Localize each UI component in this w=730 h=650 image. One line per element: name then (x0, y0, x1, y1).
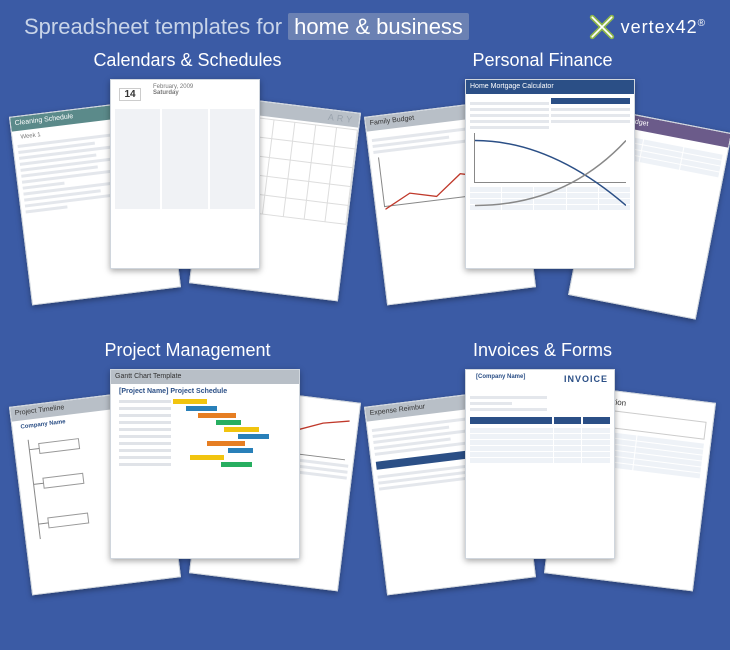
logo-x-icon (589, 14, 615, 40)
planner-date-number: 14 (119, 88, 141, 101)
sheet-title: Home Mortgage Calculator (466, 80, 634, 94)
category-calendars: Calendars & Schedules Cleaning Schedule … (20, 50, 355, 330)
template-daily-planner[interactable]: 14 February, 2009 Saturday (110, 79, 260, 269)
logo-text: vertex42® (621, 17, 706, 38)
category-title: Invoices & Forms (375, 340, 710, 361)
headline-highlight: home & business (288, 13, 469, 40)
brand-logo: vertex42® (589, 14, 706, 40)
header: Spreadsheet templates for home & busines… (0, 0, 730, 50)
template-invoice[interactable]: [Company Name] INVOICE (465, 369, 615, 559)
category-project-management: Project Management Project Timeline Comp… (20, 340, 355, 620)
template-gantt-chart[interactable]: Gantt Chart Template [Project Name] Proj… (110, 369, 300, 559)
template-fan: Project Timeline Company Name (20, 369, 355, 599)
sheet-title: INVOICE (564, 374, 608, 384)
template-fan: Family Budget dding Budget (375, 79, 710, 309)
template-fan: Cleaning Schedule Week 1 1 (20, 79, 355, 309)
sheet-body: 14 February, 2009 Saturday (111, 80, 259, 213)
headline-prefix: Spreadsheet templates for (24, 14, 282, 39)
template-mortgage-calculator[interactable]: Home Mortgage Calculator (465, 79, 635, 269)
category-title: Calendars & Schedules (20, 50, 355, 71)
category-personal-finance: Personal Finance Family Budget dding Bud… (375, 50, 710, 330)
category-invoices-forms: Invoices & Forms Expense Reimbur (375, 340, 710, 620)
amortization-chart-icon (474, 133, 626, 183)
gantt-bars-icon (119, 399, 291, 467)
headline: Spreadsheet templates for home & busines… (24, 14, 469, 40)
category-title: Project Management (20, 340, 355, 361)
sheet-title: Gantt Chart Template (111, 370, 299, 384)
category-title: Personal Finance (375, 50, 710, 71)
category-grid: Calendars & Schedules Cleaning Schedule … (0, 50, 730, 620)
company-name: [Company Name] (472, 374, 529, 380)
template-fan: Expense Reimbur Job Application (375, 369, 710, 599)
